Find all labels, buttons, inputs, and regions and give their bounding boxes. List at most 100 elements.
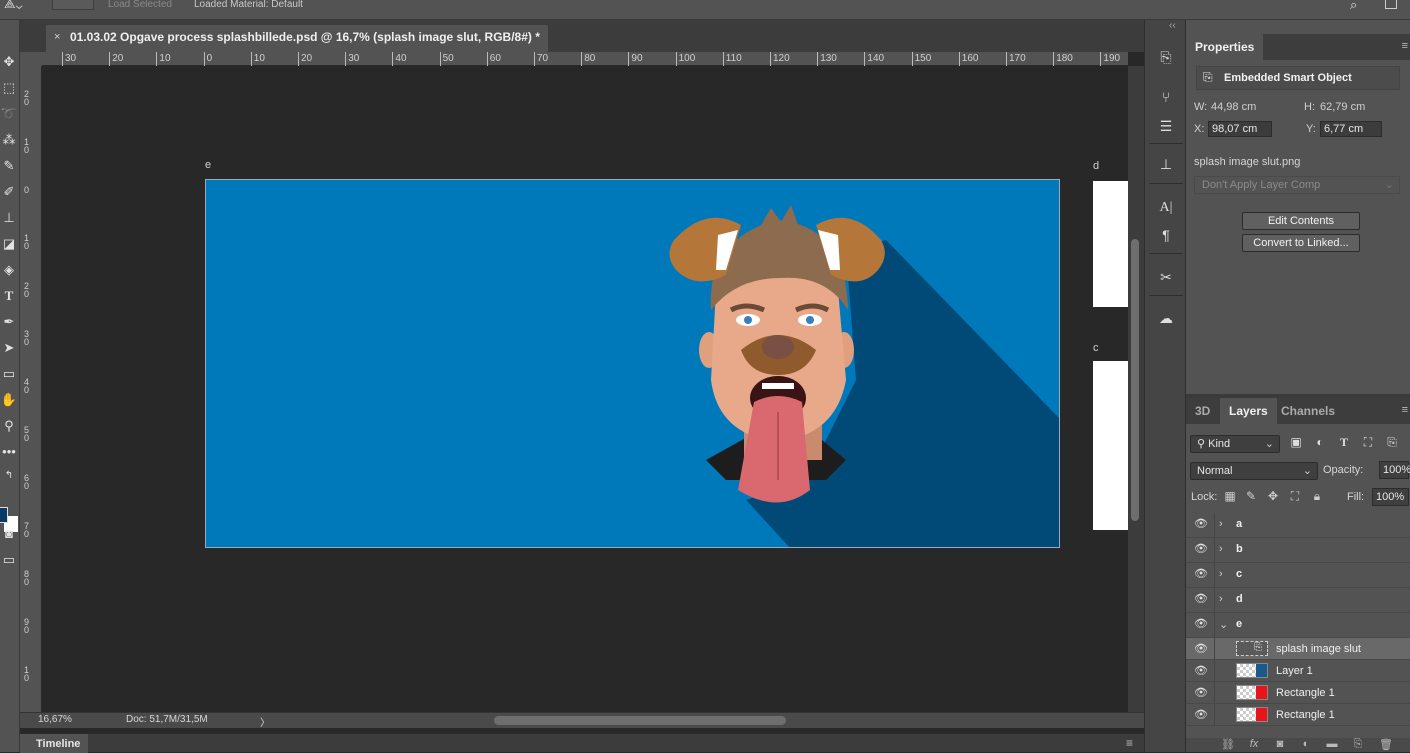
close-tab-icon[interactable]: × [54, 31, 60, 43]
layer-group-d[interactable]: 👁︎ › d [1186, 588, 1410, 613]
document-tab[interactable]: × 01.03.02 Opgave process splashbillede.… [46, 25, 548, 52]
brush-tool-icon[interactable]: ✐ [0, 182, 18, 202]
width-value[interactable]: 44,98 cm [1211, 101, 1256, 113]
magic-wand-tool-icon[interactable]: ⁂ [0, 130, 18, 150]
artboard-e[interactable] [205, 179, 1060, 548]
tab-layers[interactable]: Layers [1220, 398, 1277, 424]
visibility-eye-icon[interactable]: 👁︎ [1194, 664, 1208, 677]
workspace-icon[interactable] [1385, 0, 1397, 9]
y-position-field[interactable]: 6,77 cm [1320, 121, 1382, 137]
material-preset-picker[interactable] [52, 0, 94, 10]
3d-material-drop-icon[interactable]: ⟁⌄ [4, 0, 23, 12]
link-layers-icon[interactable]: ⛓ [1220, 738, 1236, 751]
visibility-eye-icon[interactable]: 👁︎ [1194, 686, 1208, 699]
search-icon[interactable]: ⌕ [1350, 0, 1357, 13]
canvas-area[interactable]: e d c [43, 67, 1128, 712]
marquee-tool-icon[interactable]: ⬚ [0, 78, 18, 98]
libraries-icon[interactable]: ☁ [1156, 308, 1176, 328]
height-value[interactable]: 62,79 cm [1320, 101, 1365, 113]
vertical-scrollbar-thumb[interactable] [1131, 239, 1139, 521]
stamp-tool-icon[interactable]: ⊥ [0, 208, 18, 228]
layer-filter-kind-select[interactable]: ⚲ Kind ⌄ [1190, 435, 1280, 453]
layer-rectangle-1-copy[interactable]: 👁︎ Rectangle 1 [1186, 704, 1410, 726]
quick-mask-icon[interactable]: ◙ [0, 524, 18, 544]
edit-contents-button[interactable]: Edit Contents [1242, 212, 1360, 230]
chevron-down-icon[interactable]: ⌄ [1219, 618, 1228, 631]
zoom-level-field[interactable]: 16,67% [38, 714, 72, 725]
paragraph-icon[interactable]: ¶ [1156, 225, 1176, 245]
visibility-eye-icon[interactable]: 👁︎ [1194, 592, 1208, 605]
load-selected-button[interactable]: Load Selected [108, 0, 172, 10]
fx-icon[interactable]: fx [1246, 738, 1262, 750]
layer-layer-1[interactable]: 👁︎ Layer 1 [1186, 660, 1410, 682]
timeline-tab[interactable]: Timeline [20, 734, 88, 753]
filter-smart-object-icon[interactable]: ⎘ [1384, 435, 1400, 450]
adjustments-icon[interactable]: ☰ [1156, 116, 1176, 136]
ruler-origin[interactable] [20, 52, 42, 66]
rectangle-tool-icon[interactable]: ▭ [0, 364, 18, 384]
foreground-color-swatch[interactable] [0, 507, 8, 523]
filter-shape-icon[interactable]: ⛶ [1360, 435, 1376, 450]
pen-tool-icon[interactable]: ✒ [0, 312, 18, 332]
delete-layer-icon[interactable]: 🗑︎ [1378, 738, 1394, 751]
lasso-tool-icon[interactable]: ➰ [0, 104, 18, 124]
artboard-label-d[interactable]: d [1093, 160, 1099, 172]
visibility-eye-icon[interactable]: 👁︎ [1194, 567, 1208, 580]
lock-image-pixels-icon[interactable]: ✎ [1244, 489, 1258, 503]
timeline-menu-icon[interactable]: ≡ [1126, 736, 1133, 750]
properties-menu-icon[interactable]: ≡ [1402, 40, 1408, 52]
brush-presets-icon[interactable]: ⑂ [1156, 87, 1176, 107]
new-group-icon[interactable]: ▬ [1324, 738, 1340, 750]
fill-field[interactable]: 100% [1372, 488, 1409, 506]
screen-mode-icon[interactable]: ▭ [0, 550, 18, 570]
chevron-right-icon[interactable]: › [1219, 543, 1223, 555]
collapse-panels-icon[interactable]: ‹‹ [1169, 20, 1176, 31]
status-menu-arrow-icon[interactable]: 〉 [260, 714, 270, 729]
horizontal-scrollbar-thumb[interactable] [494, 716, 786, 725]
filter-type-icon[interactable]: T [1336, 435, 1352, 450]
tab-channels[interactable]: Channels [1272, 398, 1344, 424]
new-layer-icon[interactable]: ⎘ [1350, 738, 1366, 751]
layer-comp-select[interactable]: Don't Apply Layer Comp ⌄ [1194, 176, 1400, 194]
layer-splash-image-slut[interactable]: 👁︎ ⎘ splash image slut [1186, 638, 1410, 660]
chevron-right-icon[interactable]: › [1219, 568, 1223, 580]
move-tool-icon[interactable]: ✥ [0, 52, 18, 72]
chevron-right-icon[interactable]: › [1219, 518, 1223, 530]
lock-artboard-icon[interactable]: ⛶ [1288, 489, 1302, 504]
tool-presets-icon[interactable]: ✂ [1156, 267, 1176, 287]
artboard-label-e[interactable]: e [205, 159, 211, 171]
path-selection-tool-icon[interactable]: ➤ [0, 338, 18, 358]
layers-menu-icon[interactable]: ≡ [1402, 404, 1408, 416]
layer-group-c[interactable]: 👁︎ › c [1186, 563, 1410, 588]
tab-3d[interactable]: 3D [1186, 398, 1219, 424]
add-mask-icon[interactable]: ◙ [1272, 738, 1288, 750]
layer-group-e[interactable]: 👁︎ ⌄ e [1186, 613, 1410, 638]
filter-adjustment-icon[interactable]: ◐ [1312, 435, 1328, 449]
lock-all-icon[interactable]: 🔒︎ [1310, 489, 1324, 504]
chevron-right-icon[interactable]: › [1219, 593, 1223, 605]
visibility-eye-icon[interactable]: 👁︎ [1194, 517, 1208, 530]
artboard-c[interactable] [1093, 361, 1128, 530]
vertical-ruler[interactable]: 2 0 1 0 0 1 0 2 0 3 0 4 0 5 0 6 0 7 0 8 0 9 0 1 0 [20, 66, 42, 712]
convert-to-linked-button[interactable]: Convert to Linked... [1242, 234, 1360, 252]
visibility-eye-icon[interactable]: 👁︎ [1194, 617, 1208, 630]
eyedropper-tool-icon[interactable]: ✎ [0, 156, 18, 176]
opacity-field[interactable]: 100% [1379, 461, 1410, 479]
visibility-eye-icon[interactable]: 👁︎ [1194, 708, 1208, 721]
layer-rectangle-1[interactable]: 👁︎ Rectangle 1 [1186, 682, 1410, 704]
blend-mode-select[interactable]: Normal ⌄ [1190, 462, 1318, 480]
hand-tool-icon[interactable]: ✋ [0, 390, 18, 410]
adjustment-layer-icon[interactable]: ◐ [1298, 738, 1314, 750]
layer-group-b[interactable]: 👁︎ › b [1186, 538, 1410, 563]
filter-pixel-icon[interactable]: ▣ [1288, 435, 1304, 449]
artboard-d[interactable] [1093, 181, 1128, 307]
character-icon[interactable]: A| [1156, 198, 1176, 218]
clone-source-icon[interactable]: ⊥ [1156, 154, 1176, 174]
swap-colors-icon[interactable]: ↰ [0, 466, 18, 486]
x-position-field[interactable]: 98,07 cm [1208, 121, 1272, 137]
visibility-eye-icon[interactable]: 👁︎ [1194, 542, 1208, 555]
layer-group-a[interactable]: 👁︎ › a [1186, 513, 1410, 538]
history-icon[interactable]: ⎘ [1156, 47, 1176, 67]
artboard-label-c[interactable]: c [1093, 342, 1099, 354]
paint-bucket-tool-icon[interactable]: ◈ [0, 260, 18, 280]
